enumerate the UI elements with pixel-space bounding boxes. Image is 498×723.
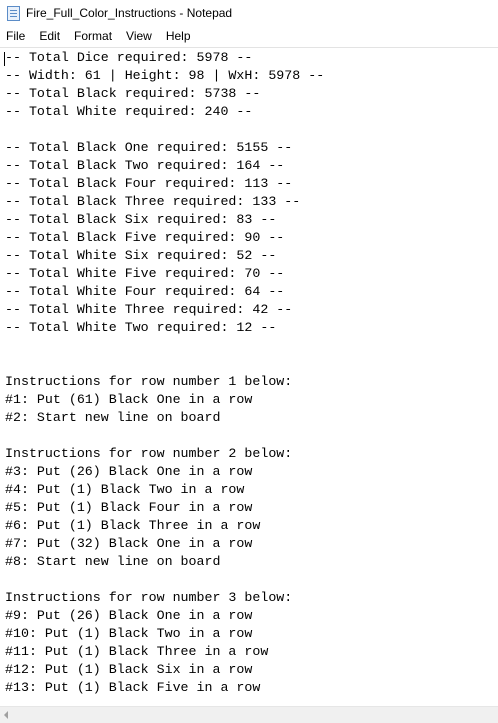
menu-file[interactable]: File xyxy=(0,27,32,45)
menu-edit[interactable]: Edit xyxy=(32,27,67,45)
menu-format[interactable]: Format xyxy=(67,27,119,45)
scroll-left-arrow-icon[interactable] xyxy=(4,711,8,719)
menu-view[interactable]: View xyxy=(119,27,159,45)
text-editor[interactable]: -- Total Dice required: 5978 -- -- Width… xyxy=(0,47,498,706)
horizontal-scrollbar[interactable] xyxy=(0,706,498,723)
text-caret xyxy=(4,52,5,66)
menu-help[interactable]: Help xyxy=(159,27,198,45)
notepad-icon xyxy=(7,5,20,21)
title-bar[interactable]: Fire_Full_Color_Instructions - Notepad xyxy=(0,0,498,26)
window-title: Fire_Full_Color_Instructions - Notepad xyxy=(26,6,233,20)
document-text[interactable]: -- Total Dice required: 5978 -- -- Width… xyxy=(5,49,324,697)
menu-bar: File Edit Format View Help xyxy=(0,26,498,46)
